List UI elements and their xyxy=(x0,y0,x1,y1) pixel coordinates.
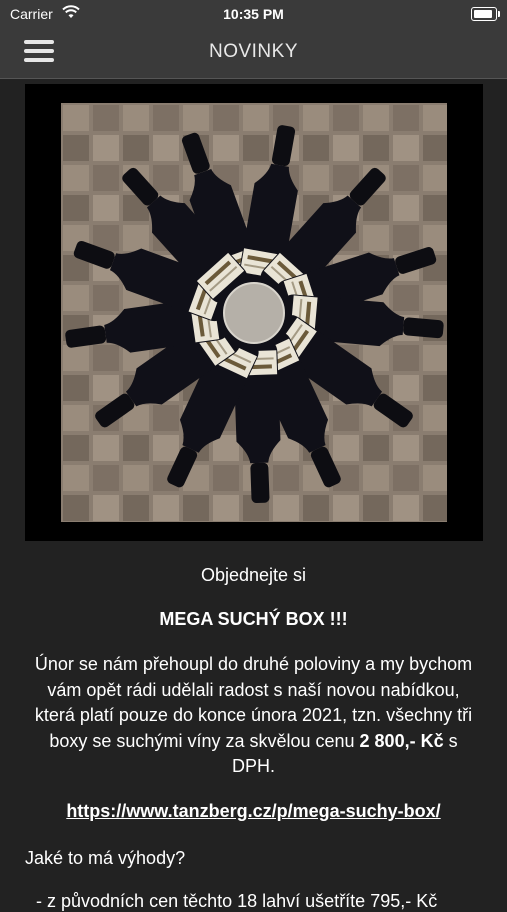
battery-icon xyxy=(471,7,500,21)
benefits-question: Jaké to má výhody? xyxy=(25,848,186,868)
benefit-item: - z původních cen těchto 18 lahví ušetří… xyxy=(36,891,438,911)
product-link[interactable]: https://www.tanzberg.cz/p/mega-suchy-box… xyxy=(0,801,507,822)
article-headline: MEGA SUCHÝ BOX !!! xyxy=(159,609,348,629)
wine-bottles-photo xyxy=(61,103,447,522)
article-paragraph: Únor se nám přehoupl do druhé poloviny a… xyxy=(34,654,473,776)
clock: 10:35 PM xyxy=(223,6,284,22)
status-bar: Carrier 10:35 PM xyxy=(0,0,507,28)
price: 2 800,- Kč xyxy=(359,730,444,751)
page-title: NOVINKY xyxy=(208,41,299,62)
article-intro: Objednejte si xyxy=(200,565,307,585)
hero-image xyxy=(25,84,483,541)
navigation-bar: NOVINKY xyxy=(0,28,507,79)
